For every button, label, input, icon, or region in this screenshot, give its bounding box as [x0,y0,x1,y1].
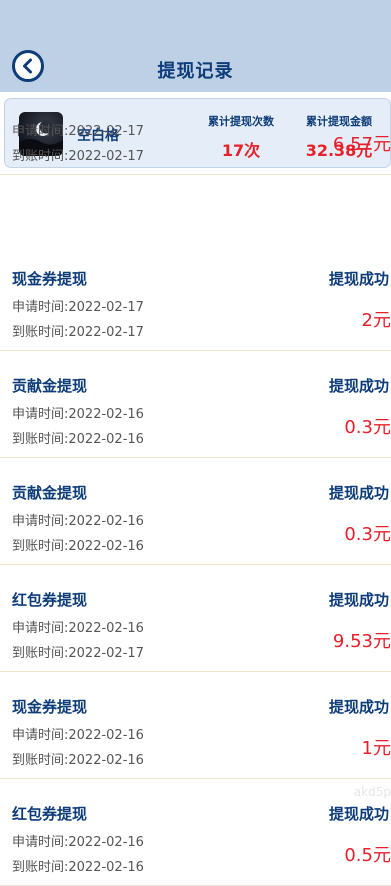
record-apply-time: 申请时间:2022-02-16 [12,514,144,529]
record-arrive-time: 到账时间:2022-02-17 [12,325,144,340]
record-row[interactable]: 贡献金提现 提现成功 申请时间:2022-02-16 到账时间:2022-02-… [0,351,391,458]
record-amount: 2元 [361,310,391,331]
record-row[interactable]: 红包券提现 提现成功 申请时间:2022-02-16 到账时间:2022-02-… [0,565,391,672]
record-arrive-time: 到账时间:2022-02-16 [12,860,144,875]
record-apply-time: 申请时间:2022-02-16 [12,407,144,422]
record-amount: 6.57元 [332,134,391,155]
record-arrive-time: 到账时间:2022-02-17 [12,646,144,661]
record-status: 提现成功 [328,591,389,609]
record-apply-time: 申请时间:2022-02-17 [12,300,144,315]
record-status: 提现成功 [328,484,389,502]
record-amount: 0.3元 [344,524,391,545]
record-amount: 1元 [361,738,391,759]
record-row[interactable]: 红包券提现 提现成功 申请时间:2022-02-16 到账时间:2022-02-… [0,779,391,886]
record-arrive-time: 到账时间:2022-02-16 [12,432,144,447]
record-status: 提现成功 [328,377,389,395]
record-row[interactable]: 现金券提现 提现成功 申请时间:2022-02-16 到账时间:2022-02-… [0,672,391,779]
record-type: 红包券提现 [12,591,88,609]
record-type: 红包券提现 [12,805,88,823]
record-apply-time: 申请时间:2022-02-16 [12,621,144,636]
record-apply-time: 申请时间:2022-02-16 [12,835,144,850]
record-type: 贡献金提现 [12,377,88,395]
record-arrive-time: 到账时间:2022-02-16 [12,753,144,768]
record-amount: 0.3元 [344,417,391,438]
record-amount: 0.5元 [344,845,391,866]
record-status: 提现成功 [328,270,389,288]
record-row[interactable]: 贡献金提现 提现成功 申请时间:2022-02-16 到账时间:2022-02-… [0,458,391,565]
record-type: 贡献金提现 [12,484,88,502]
record-status: 提现成功 [328,805,389,823]
record-row[interactable]: 申请时间:2022-02-17 到账时间:2022-02-17 6.57元 [0,68,391,175]
record-type: 现金券提现 [12,698,88,716]
record-apply-time: 申请时间:2022-02-16 [12,728,144,743]
record-status: 提现成功 [328,698,389,716]
record-type: 现金券提现 [12,270,88,288]
record-arrive-time: 到账时间:2022-02-17 [12,149,144,164]
record-arrive-time: 到账时间:2022-02-16 [12,539,144,554]
record-row[interactable]: 现金券提现 提现成功 申请时间:2022-02-17 到账时间:2022-02-… [0,244,391,351]
record-apply-time: 申请时间:2022-02-17 [12,124,144,139]
record-amount: 9.53元 [332,631,391,652]
watermark: akd5p [353,785,391,799]
